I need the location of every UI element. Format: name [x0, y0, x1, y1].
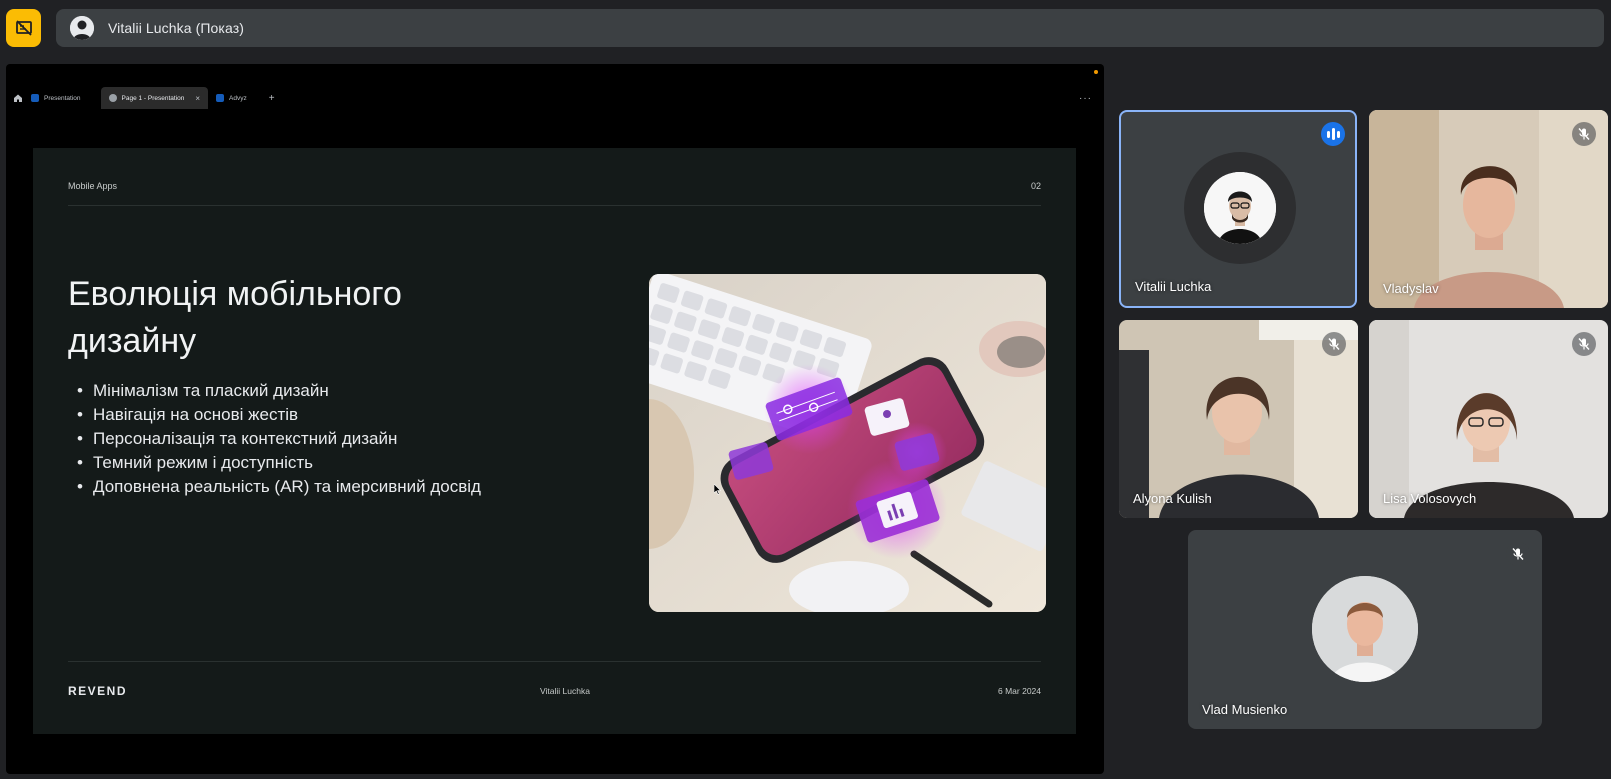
presenter-avatar — [70, 16, 94, 40]
avatar — [1312, 576, 1418, 682]
slide-divider — [68, 661, 1041, 662]
slide: Mobile Apps 02 Еволюція мобільного дизай… — [33, 148, 1076, 734]
participant-name: Alyona Kulish — [1133, 491, 1212, 506]
presenter-title: Vitalii Luchka (Показ) — [108, 20, 244, 36]
stop-presenting-button[interactable] — [6, 9, 41, 47]
cursor-icon — [714, 484, 722, 495]
microphone-off-icon — [1506, 542, 1530, 566]
video-feed — [1119, 320, 1358, 518]
tab-advyz[interactable]: Advyz — [208, 87, 255, 109]
home-icon — [14, 94, 22, 102]
person-icon — [70, 16, 94, 40]
participant-name: Lisa Volosovych — [1383, 491, 1477, 506]
slide-divider — [68, 205, 1041, 206]
profile-photo — [1312, 576, 1418, 682]
list-item: Темний режим і доступність — [77, 451, 493, 475]
tab-presentation[interactable]: Presentation — [23, 87, 89, 109]
tab-page-1-presentation[interactable]: Page 1 - Presentation × — [100, 87, 209, 109]
slide-title: Еволюція мобільного дизайну — [68, 275, 402, 360]
participant-tile-vitalii-luchka[interactable]: Vitalii Luchka — [1119, 110, 1357, 308]
participant-tile-alyona-kulish[interactable]: Alyona Kulish — [1119, 320, 1358, 518]
list-item: Навігація на основі жестів — [77, 403, 493, 427]
activity-dot — [1094, 70, 1098, 74]
slide-author: Vitalii Luchka — [540, 686, 590, 696]
participant-name: Vitalii Luchka — [1135, 279, 1212, 294]
participant-tile-vladyslav[interactable]: Vladyslav — [1369, 110, 1608, 308]
tab-label: Page 1 - Presentation — [121, 94, 185, 102]
avatar-ring — [1184, 152, 1296, 264]
profile-photo — [1204, 172, 1276, 244]
list-item: Доповнена реальність (AR) та імерсивний … — [77, 475, 493, 499]
tab-label: Presentation — [44, 94, 81, 102]
stop-presenting-icon — [15, 20, 32, 36]
participant-tile-vlad-musienko[interactable]: Vlad Musienko — [1188, 530, 1542, 729]
more-options-button[interactable]: ··· — [1079, 93, 1092, 104]
add-tab-button[interactable]: + — [269, 93, 275, 104]
slide-bullet-list: Мінімалізм та плаский дизайн Навігація н… — [77, 379, 493, 499]
figma-tab-strip: Presentation Page 1 - Presentation × Adv… — [6, 86, 1104, 110]
list-item: Персоналізація та контекстний дизайн — [77, 427, 493, 451]
slide-section: Mobile Apps — [68, 181, 118, 191]
slide-brand-logo: REVEND — [68, 684, 128, 698]
file-icon — [31, 94, 39, 102]
close-icon[interactable]: × — [195, 94, 200, 103]
participant-name: Vlad Musienko — [1202, 702, 1288, 717]
slide-page-number: 02 — [1030, 181, 1041, 191]
video-feed — [1369, 320, 1608, 518]
list-item: Мінімалізм та плаский дизайн — [77, 379, 493, 403]
slide-illustration — [649, 274, 1046, 612]
speaking-indicator-icon — [1321, 122, 1345, 146]
video-feed — [1369, 110, 1608, 308]
microphone-off-icon — [1572, 122, 1596, 146]
play-icon — [108, 94, 117, 102]
microphone-off-icon — [1322, 332, 1346, 356]
phone-illustration — [649, 274, 1046, 612]
microphone-off-icon — [1572, 332, 1596, 356]
presentation-stage: Presentation Page 1 - Presentation × Adv… — [6, 64, 1104, 774]
file-icon — [216, 94, 225, 102]
presenter-bar[interactable]: Vitalii Luchka (Показ) — [56, 9, 1604, 47]
avatar — [1204, 172, 1276, 244]
tab-label: Advyz — [229, 94, 247, 102]
participant-name: Vladyslav — [1383, 281, 1439, 296]
slide-date: 6 Mar 2024 — [998, 686, 1041, 696]
participant-tile-lisa-volosovych[interactable]: Lisa Volosovych — [1369, 320, 1608, 518]
